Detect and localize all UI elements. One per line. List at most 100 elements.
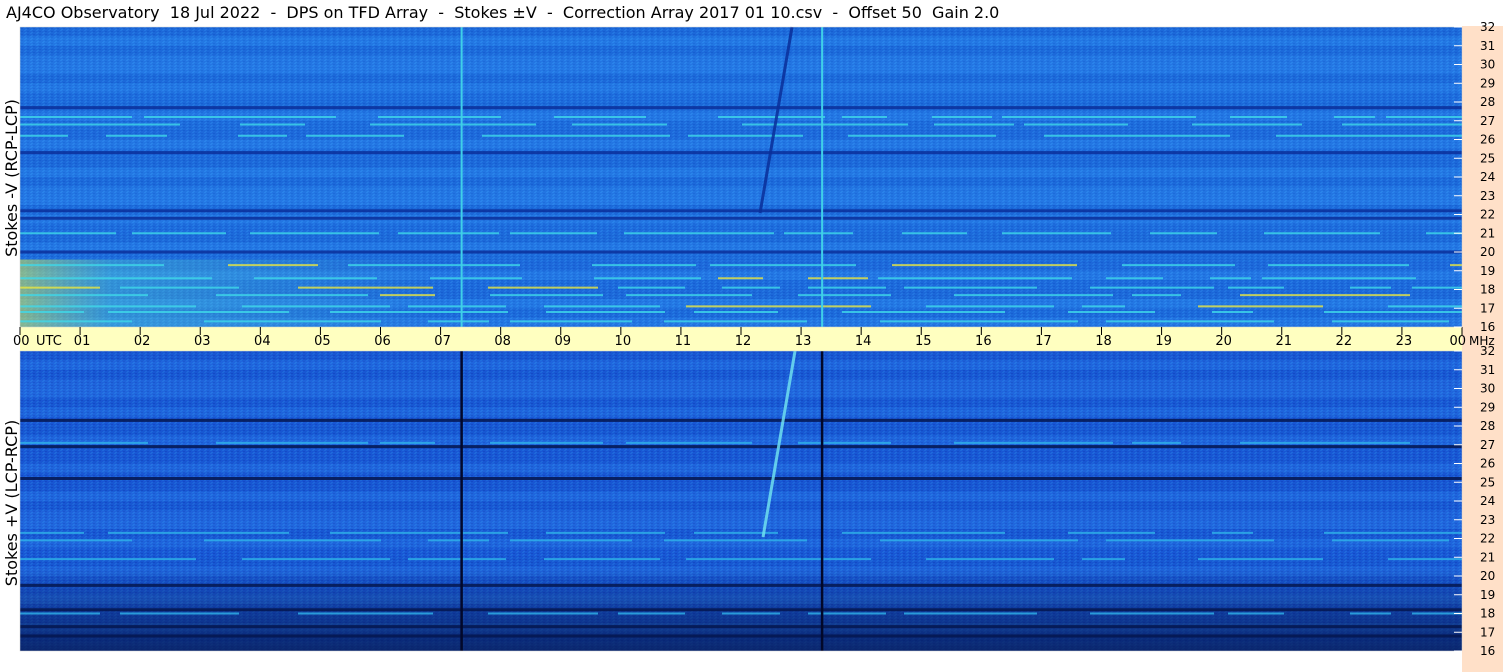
- bright-frequency-band: [1342, 123, 1462, 126]
- bright-frequency-band: [626, 294, 752, 297]
- bright-frequency-band: [20, 531, 84, 534]
- bright-frequency-band: [108, 531, 289, 534]
- frequency-row-shade: [20, 351, 1462, 361]
- ylabel-top: Stokes -V (RCP-LCP): [2, 99, 21, 257]
- bright-frequency-band: [904, 612, 1037, 615]
- bright-frequency-band: [880, 539, 1078, 542]
- bright-frequency-band: [1132, 294, 1181, 297]
- bright-frequency-band: [1388, 305, 1462, 308]
- bright-frequency-band: [902, 232, 967, 235]
- bright-frequency-band: [842, 116, 887, 118]
- x-tick-label: 12: [735, 334, 752, 349]
- x-tick-label: 19: [1155, 334, 1172, 349]
- bright-frequency-band: [204, 320, 381, 323]
- bright-frequency-band: [554, 116, 646, 118]
- x-tick-label: 18: [1095, 334, 1112, 349]
- y-tick-label: 17: [1480, 625, 1495, 639]
- bright-frequency-band: [428, 320, 489, 323]
- bright-frequency-band: [572, 123, 667, 126]
- bright-frequency-band: [108, 311, 289, 313]
- bright-frequency-band: [722, 612, 780, 615]
- frequency-row-shade: [20, 388, 1462, 398]
- bright-frequency-band: [510, 320, 632, 323]
- bright-frequency-band: [1268, 264, 1409, 267]
- y-tick-label: 32: [1480, 20, 1495, 34]
- y-tick-label: 18: [1480, 607, 1495, 621]
- bright-frequency-band: [880, 320, 1078, 323]
- x-tick-label: 07: [434, 334, 451, 349]
- bright-frequency-band: [926, 558, 1054, 561]
- x-tick-label: 13: [795, 334, 812, 349]
- bright-frequency-band: [1210, 277, 1251, 280]
- frequency-row-shade: [20, 519, 1462, 530]
- bright-frequency-band: [686, 305, 871, 308]
- bright-frequency-band: [626, 441, 752, 444]
- bright-frequency-band: [544, 558, 660, 561]
- bright-frequency-band: [1334, 116, 1375, 118]
- bright-frequency-band: [1198, 558, 1323, 561]
- bright-frequency-band: [1324, 531, 1462, 534]
- frequency-row-shade: [20, 83, 1462, 93]
- bright-frequency-band: [216, 441, 368, 444]
- bright-frequency-band: [842, 531, 1005, 534]
- frequency-row-shade: [20, 92, 1462, 102]
- x-tick-label: 08: [494, 334, 511, 349]
- bright-frequency-band: [1002, 116, 1196, 118]
- bright-frequency-band: [1332, 320, 1449, 323]
- bright-frequency-band: [710, 264, 856, 267]
- y-tick-label: 21: [1480, 550, 1495, 564]
- bright-frequency-band: [694, 311, 778, 313]
- bright-frequency-band: [1388, 558, 1462, 561]
- frequency-row-shade: [20, 482, 1462, 492]
- bright-frequency-band: [686, 558, 871, 561]
- bright-frequency-band: [1212, 311, 1253, 313]
- bright-frequency-band: [1082, 305, 1125, 308]
- y-tick-label: 25: [1480, 475, 1495, 489]
- bright-frequency-band: [250, 232, 379, 235]
- bright-frequency-band: [298, 612, 433, 615]
- x-tick-label: 14: [855, 334, 872, 349]
- bright-frequency-band: [1350, 612, 1391, 615]
- x-tick-label: 04: [254, 334, 271, 349]
- bright-frequency-band: [20, 612, 100, 615]
- bright-frequency-band: [306, 134, 404, 137]
- bright-frequency-band: [120, 612, 239, 615]
- x-tick-label: 02: [134, 334, 151, 349]
- bright-frequency-band: [954, 294, 1113, 297]
- frequency-row-shade: [20, 397, 1462, 408]
- bright-frequency-band: [798, 294, 891, 297]
- spectrogram-chart: 00 01 02 03 04 05 06 07 08 09 10 11 12 13 14 15 16 17 18 19…: [0, 20, 1503, 672]
- y-tick-label: 27: [1480, 114, 1495, 128]
- bright-frequency-band: [132, 232, 226, 235]
- bright-frequency-band: [878, 277, 1072, 280]
- y-tick-label: 27: [1480, 438, 1495, 452]
- bright-frequency-band: [618, 286, 685, 289]
- bright-frequency-band: [1090, 286, 1214, 289]
- frequency-row-shade: [20, 64, 1462, 74]
- bright-frequency-band: [298, 286, 433, 289]
- bright-frequency-band: [20, 286, 100, 289]
- bright-frequency-band: [330, 311, 508, 313]
- bright-frequency-band: [1122, 264, 1235, 267]
- bright-frequency-band: [1002, 232, 1111, 235]
- y-tick-label: 23: [1480, 513, 1495, 527]
- bright-frequency-band: [510, 232, 597, 235]
- mhz-label: MHz: [1469, 334, 1495, 348]
- bright-frequency-band: [490, 441, 603, 444]
- bright-frequency-band: [228, 264, 318, 267]
- dark-frequency-band: [20, 625, 1462, 629]
- y-tick-label: 22: [1480, 208, 1495, 222]
- panel-stokes-minus-v: [19, 26, 1463, 328]
- bright-frequency-band: [798, 441, 891, 444]
- frequency-row-shade: [20, 139, 1462, 149]
- x-tick-label: 06: [374, 334, 391, 349]
- bright-frequency-band: [892, 264, 1077, 267]
- y-tick-label: 19: [1480, 588, 1495, 602]
- bright-frequency-band: [932, 116, 992, 118]
- bright-frequency-band: [238, 134, 287, 137]
- bright-frequency-band: [1106, 277, 1163, 280]
- y-tick-label: 20: [1480, 245, 1495, 259]
- bright-frequency-band: [120, 286, 239, 289]
- bright-frequency-band: [1024, 123, 1128, 126]
- dark-frequency-band: [20, 106, 1462, 110]
